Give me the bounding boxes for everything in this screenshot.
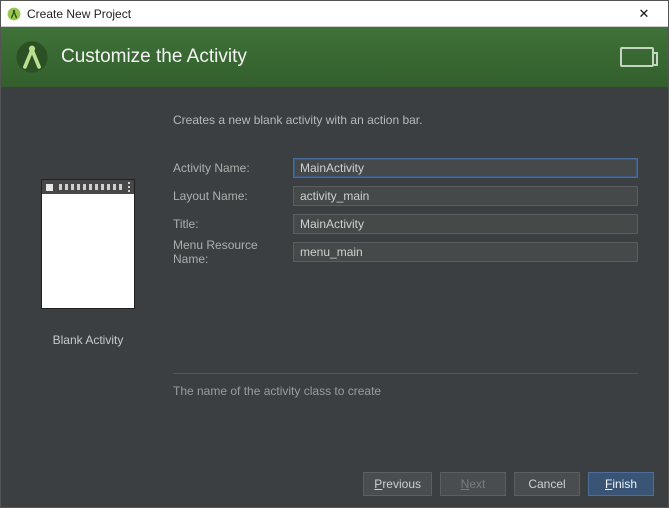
dialog-window: Create New Project ✕ Customize the Activ… [0, 0, 669, 508]
label-title: Title: [173, 217, 293, 231]
input-activity-name[interactable] [293, 158, 638, 178]
android-studio-icon [7, 7, 21, 21]
activity-preview [41, 179, 135, 309]
form: Activity Name: Layout Name: Title: Menu … [173, 157, 638, 263]
next-button[interactable]: Next [440, 472, 506, 496]
input-title[interactable] [293, 214, 638, 234]
label-layout-name: Layout Name: [173, 189, 293, 203]
preview-caption: Blank Activity [53, 333, 124, 347]
cancel-button[interactable]: Cancel [514, 472, 580, 496]
titlebar: Create New Project ✕ [1, 1, 668, 27]
form-pane: Creates a new blank activity with an act… [163, 107, 656, 461]
previous-button[interactable]: Previous [363, 472, 432, 496]
row-title: Title: [173, 213, 638, 235]
previous-label-rest: revious [382, 477, 421, 491]
wizard-header: Customize the Activity [1, 27, 668, 87]
label-activity-name: Activity Name: [173, 161, 293, 175]
separator [173, 373, 638, 374]
row-activity-name: Activity Name: [173, 157, 638, 179]
preview-statusbar [42, 180, 134, 194]
finish-button[interactable]: Finish [588, 472, 654, 496]
input-layout-name[interactable] [293, 186, 638, 206]
window-title: Create New Project [27, 7, 626, 21]
android-studio-logo-icon [15, 40, 49, 74]
finish-label-rest: inish [612, 477, 637, 491]
wizard-footer: Previous Next Cancel Finish [1, 461, 668, 507]
preview-screen [42, 194, 134, 308]
form-description: Creates a new blank activity with an act… [173, 113, 638, 127]
row-layout-name: Layout Name: [173, 185, 638, 207]
row-menu-resource: Menu Resource Name: [173, 241, 638, 263]
label-menu-resource: Menu Resource Name: [173, 238, 293, 266]
preview-pane: Blank Activity [13, 107, 163, 461]
wizard-body: Blank Activity Creates a new blank activ… [1, 87, 668, 461]
device-icon [620, 47, 654, 67]
next-label-rest: ext [469, 477, 485, 491]
field-hint: The name of the activity class to create [173, 384, 638, 398]
input-menu-resource[interactable] [293, 242, 638, 262]
close-button[interactable]: ✕ [626, 6, 662, 22]
wizard-heading: Customize the Activity [61, 46, 247, 68]
